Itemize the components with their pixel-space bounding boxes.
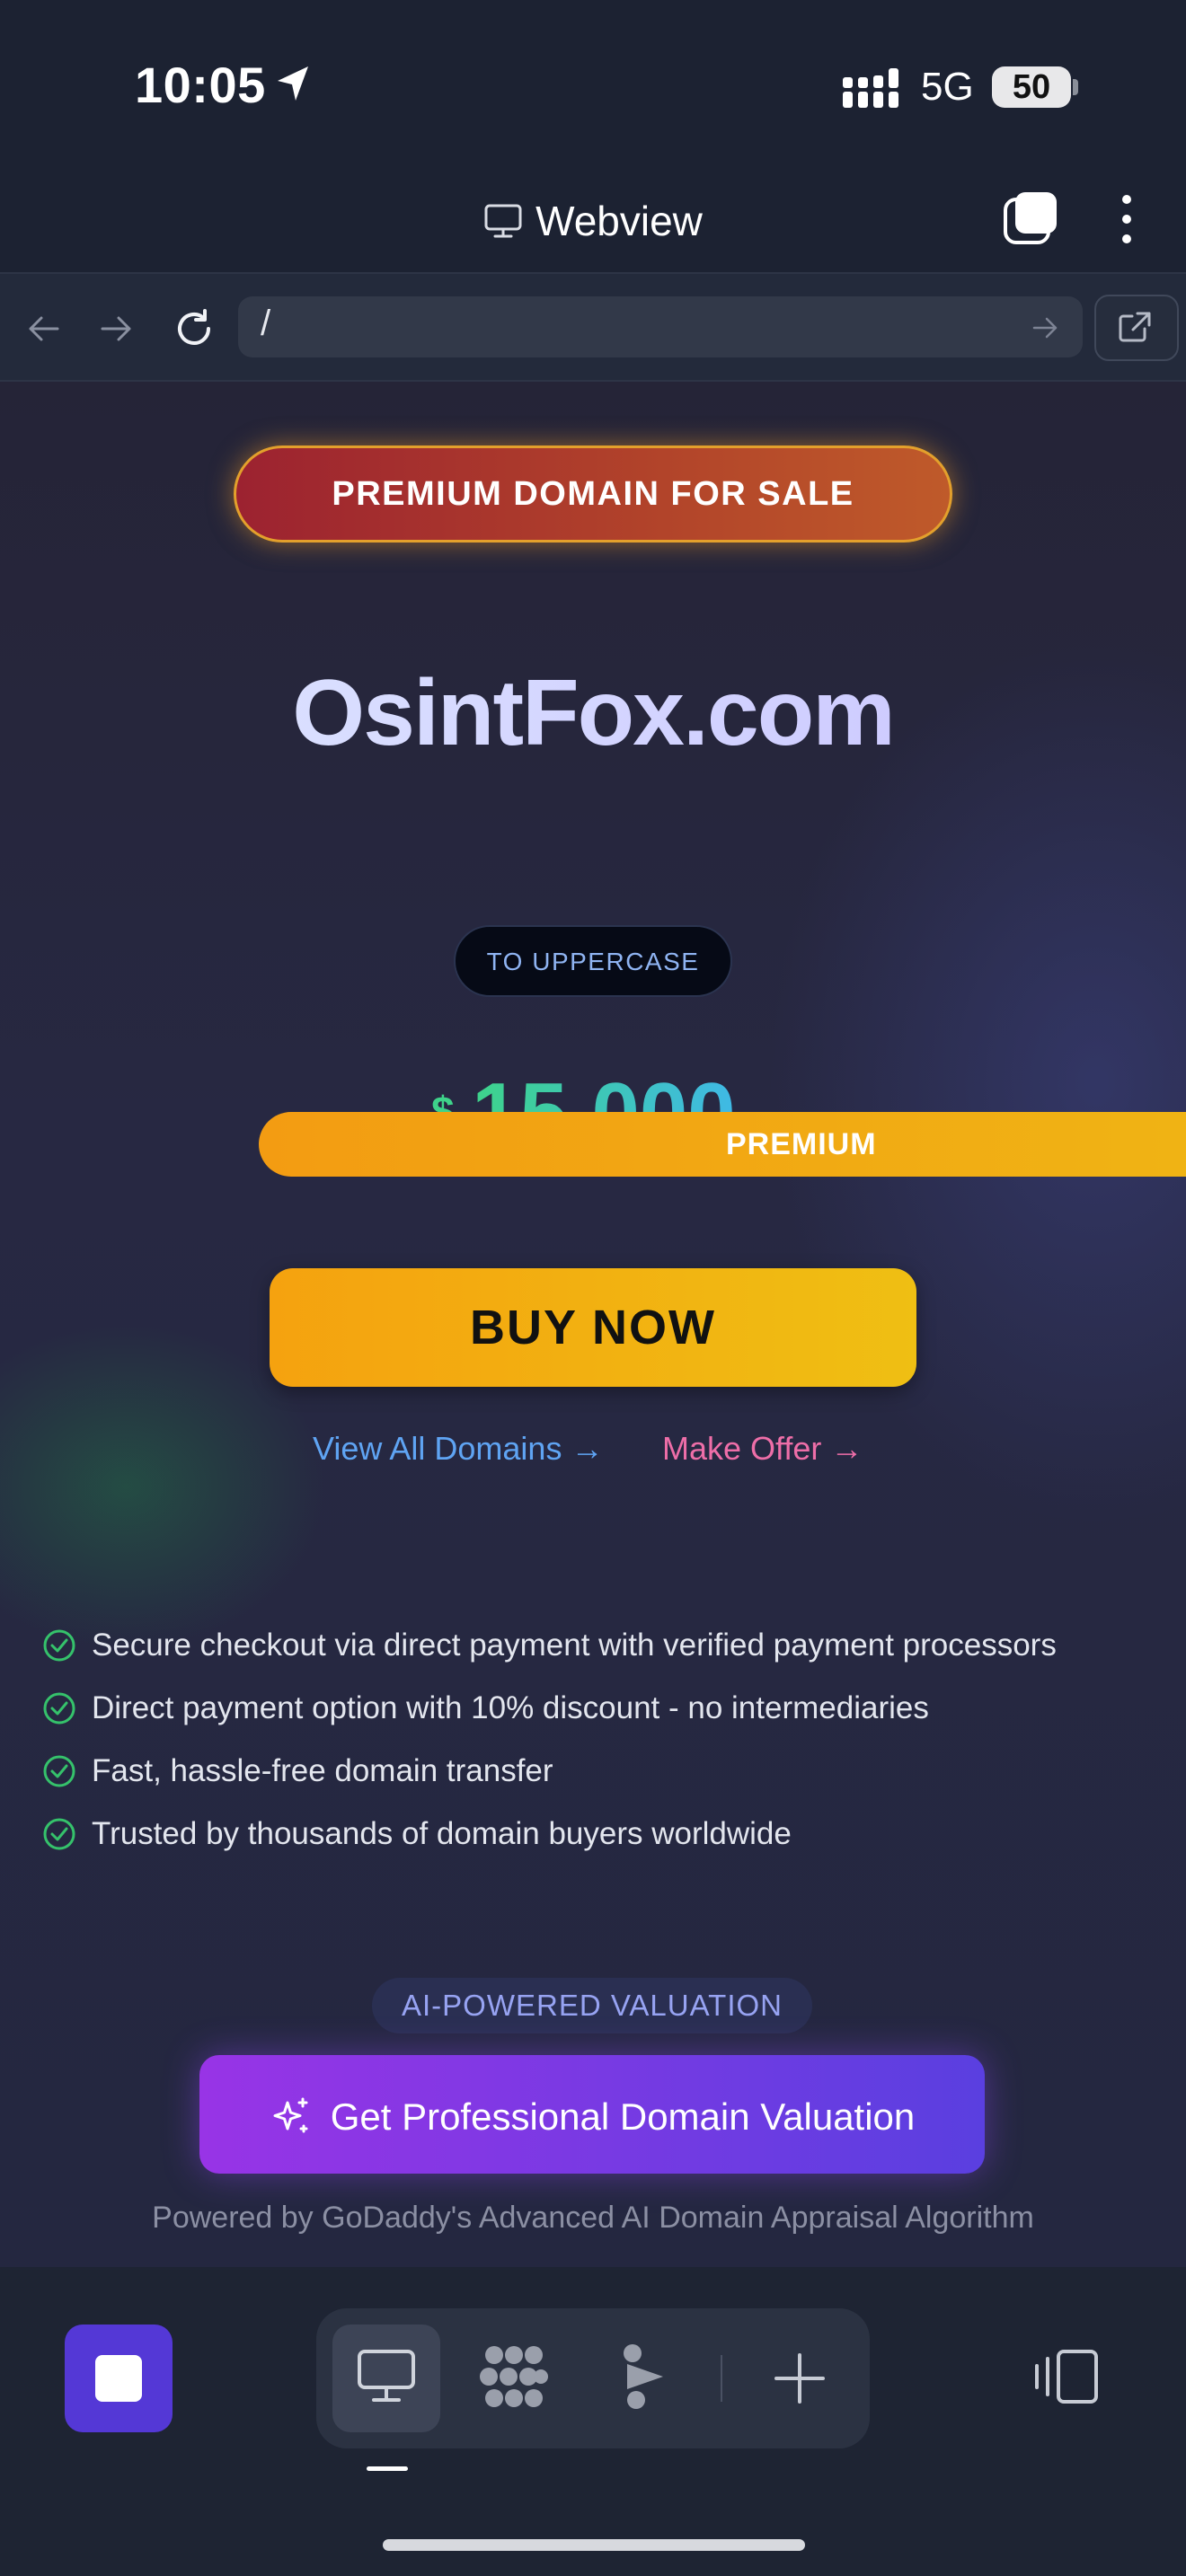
feature-text: Secure checkout via direct payment with … xyxy=(92,1628,1057,1663)
external-link-icon xyxy=(1118,311,1152,343)
check-circle-icon xyxy=(41,1753,77,1789)
feature-item: Direct payment option with 10% discount … xyxy=(41,1687,1120,1730)
url-text: / xyxy=(261,304,271,343)
feature-text: Trusted by thousands of domain buyers wo… xyxy=(92,1816,792,1851)
uppercase-button[interactable]: TO UPPERCASE xyxy=(454,925,732,997)
tabs-icon[interactable] xyxy=(1003,190,1058,246)
location-arrow-icon xyxy=(274,65,310,102)
feature-item: Fast, hassle-free domain transfer xyxy=(41,1750,1120,1793)
webview-title-text: Webview xyxy=(535,197,703,244)
domain-name: OsintFox.com xyxy=(0,660,1186,767)
plus-icon[interactable] xyxy=(773,2351,827,2405)
make-offer-link[interactable]: Make Offer → xyxy=(662,1430,863,1468)
battery-level: 50 xyxy=(992,66,1071,108)
premium-domain-badge: PREMIUM DOMAIN FOR SALE xyxy=(234,446,952,543)
feature-list: Secure checkout via direct payment with … xyxy=(41,1624,1120,1875)
more-options-icon[interactable] xyxy=(1118,192,1136,246)
view-all-domains-link[interactable]: View All Domains → xyxy=(313,1430,603,1468)
url-input[interactable] xyxy=(238,296,1083,357)
check-circle-icon xyxy=(41,1690,77,1726)
buy-now-button[interactable]: BUY NOW xyxy=(270,1268,916,1387)
feature-text: Fast, hassle-free domain transfer xyxy=(92,1753,553,1788)
sparkles-icon xyxy=(270,2095,313,2139)
battery-tip xyxy=(1073,79,1078,95)
back-arrow-icon[interactable] xyxy=(25,311,61,347)
home-indicator xyxy=(383,2539,805,2551)
status-time: 10:05 xyxy=(135,57,266,113)
forward-arrow-icon[interactable] xyxy=(99,311,135,347)
feature-item: Trusted by thousands of domain buyers wo… xyxy=(41,1813,1120,1856)
get-valuation-label: Get Professional Domain Valuation xyxy=(330,2095,916,2138)
ai-valuation-badge: AI-POWERED VALUATION xyxy=(372,1978,812,2033)
check-circle-icon xyxy=(41,1816,77,1852)
dots-grid-icon[interactable] xyxy=(478,2342,550,2411)
go-arrow-icon[interactable] xyxy=(1031,314,1060,341)
active-indicator xyxy=(367,2466,408,2471)
feature-text: Direct payment option with 10% discount … xyxy=(92,1690,929,1725)
segment-divider xyxy=(721,2355,722,2402)
monitor-icon xyxy=(483,203,523,239)
agent-icon[interactable] xyxy=(620,2342,670,2411)
stop-icon xyxy=(95,2355,142,2402)
feature-item: Secure checkout via direct payment with … xyxy=(41,1624,1120,1667)
reload-icon[interactable] xyxy=(173,307,216,350)
panel-toggle-icon[interactable] xyxy=(1033,2348,1100,2405)
network-type: 5G xyxy=(921,65,974,109)
monitor-icon xyxy=(356,2348,417,2405)
check-circle-icon xyxy=(41,1628,77,1663)
powered-by-text: Powered by GoDaddy's Advanced AI Domain … xyxy=(152,2201,1034,2235)
premium-ribbon: PREMIUM xyxy=(259,1112,1186,1177)
signal-icon xyxy=(841,66,902,110)
get-valuation-button[interactable]: Get Professional Domain Valuation xyxy=(199,2055,985,2174)
price-value: 15,000 xyxy=(472,1060,736,1114)
